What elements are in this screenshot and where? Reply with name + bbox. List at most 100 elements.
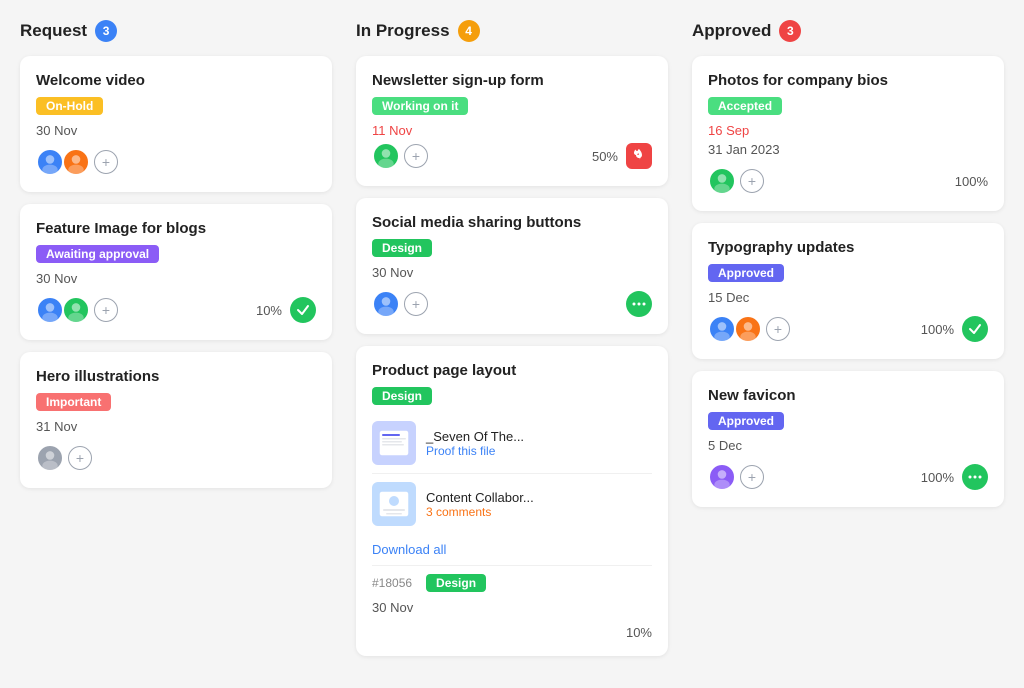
card-card-social: Social media sharing buttonsDesign30 Nov… [356, 198, 668, 334]
avatar-group: + [708, 463, 764, 491]
check-icon [290, 297, 316, 323]
card-date: 5 Dec [708, 438, 988, 453]
add-assignee-button[interactable]: + [404, 144, 428, 168]
card-card-newsletter: Newsletter sign-up formWorking on it11 N… [356, 56, 668, 186]
card-percent: 100% [955, 174, 988, 189]
card-card-feature: Feature Image for blogs Awaiting approval… [20, 204, 332, 340]
card-footer-right: 50% [592, 143, 652, 169]
card-title: Feature Image for blogs [36, 220, 316, 237]
card-card-hero: Hero illustrations Important 31 Nov + [20, 352, 332, 488]
column-inprogress: In Progress 4 Newsletter sign-up formWorki… [356, 20, 668, 668]
proof-item: _Seven Of The...Proof this file [372, 413, 652, 474]
avatar-group: + [708, 315, 790, 343]
card-date-overdue: 11 Nov [372, 123, 652, 138]
card-tag: Working on it [372, 97, 468, 115]
add-assignee-button[interactable]: + [740, 169, 764, 193]
avatar [372, 290, 400, 318]
card-footer: +100% [708, 167, 988, 195]
add-assignee-button[interactable]: + [740, 465, 764, 489]
card-footer: +100% [708, 463, 988, 491]
card-date: 15 Dec [708, 290, 988, 305]
card-title: Hero illustrations [36, 368, 316, 385]
avatar-group: + [36, 148, 118, 176]
avatar-group: + [36, 444, 92, 472]
card-tag: Accepted [708, 97, 782, 115]
card-card-photos: Photos for company bios Accepted 16 Sep 31 … [692, 56, 1004, 211]
card-title: Typography updates [708, 239, 988, 256]
card-date: 31 Nov [36, 419, 316, 434]
card-percent: 10% [626, 625, 652, 640]
column-request: Request3Welcome videoOn-Hold30 Nov+Featu… [20, 20, 332, 668]
column-badge-inprogress: 4 [458, 20, 480, 42]
column-label-approved: Approved [692, 21, 771, 41]
avatar [62, 296, 90, 324]
proof-thumbnail [372, 421, 416, 465]
card-footer-right: 100% [955, 174, 988, 189]
add-assignee-button[interactable]: + [94, 150, 118, 174]
card-tag: Awaiting approval [36, 245, 159, 263]
card-card-product: Product page layout Design _Seven Of The..… [356, 346, 668, 656]
card-footer-right: 10% [256, 297, 316, 323]
add-assignee-button[interactable]: + [68, 446, 92, 470]
card-date: 30 Nov [36, 123, 316, 138]
card-date: 30 Nov [372, 600, 652, 615]
avatar-group: + [372, 142, 428, 170]
card-footer: +10% [36, 296, 316, 324]
proof-comments-link[interactable]: 3 comments [426, 505, 534, 519]
column-header-inprogress: In Progress 4 [356, 20, 668, 42]
check-icon [962, 316, 988, 342]
column-badge-request: 3 [95, 20, 117, 42]
card-title: Photos for company bios [708, 72, 988, 89]
proof-this-file-link[interactable]: Proof this file [426, 444, 524, 458]
column-header-approved: Approved 3 [692, 20, 1004, 42]
avatar [708, 167, 736, 195]
card-card-favicon: New faviconApproved5 Dec+100% [692, 371, 1004, 507]
avatar [36, 148, 64, 176]
column-badge-approved: 3 [779, 20, 801, 42]
avatar-group: + [36, 296, 118, 324]
download-all-link[interactable]: Download all [372, 542, 652, 557]
proof-file-name: Content Collabor... [426, 490, 534, 505]
card-percent: 100% [921, 322, 954, 337]
card-tag-secondary: Design [426, 574, 486, 592]
card-date: 30 Nov [36, 271, 316, 286]
card-footer: +100% [708, 315, 988, 343]
card-card-welcome: Welcome videoOn-Hold30 Nov+ [20, 56, 332, 192]
column-label-request: Request [20, 21, 87, 41]
add-assignee-button[interactable]: + [404, 292, 428, 316]
avatar-group: + [708, 167, 764, 195]
proof-item: Content Collabor...3 comments [372, 474, 652, 534]
options-icon[interactable] [626, 291, 652, 317]
card-tag: Important [36, 393, 111, 411]
column-label-inprogress: In Progress [356, 21, 450, 41]
card-percent: 50% [592, 149, 618, 164]
priority-icon [626, 143, 652, 169]
card-percent: 100% [921, 470, 954, 485]
card-footer-right: 100% [921, 464, 988, 490]
card-date-secondary: 31 Jan 2023 [708, 142, 988, 157]
card-footer: + [372, 290, 652, 318]
card-tag: On-Hold [36, 97, 103, 115]
avatar [372, 142, 400, 170]
card-footer: + [36, 444, 316, 472]
kanban-board: Request3Welcome videoOn-Hold30 Nov+Featu… [20, 20, 1004, 668]
add-assignee-button[interactable]: + [766, 317, 790, 341]
card-tag: Approved [708, 412, 784, 430]
card-title: Product page layout [372, 362, 652, 379]
card-id-label: #18056 [372, 576, 412, 590]
card-date: 30 Nov [372, 265, 652, 280]
proof-thumbnail [372, 482, 416, 526]
avatar-group: + [372, 290, 428, 318]
card-footer-right [626, 291, 652, 317]
card-tag: Approved [708, 264, 784, 282]
avatar [62, 148, 90, 176]
card-date-overdue: 16 Sep [708, 123, 988, 138]
card-footer: + [36, 148, 316, 176]
card-tag: Design [372, 239, 432, 257]
avatar [708, 315, 736, 343]
options-icon[interactable] [962, 464, 988, 490]
proof-file-name: _Seven Of The... [426, 429, 524, 444]
card-card-typography: Typography updates Approved 15 Dec +100% [692, 223, 1004, 359]
add-assignee-button[interactable]: + [94, 298, 118, 322]
card-footer: 10% [372, 625, 652, 640]
